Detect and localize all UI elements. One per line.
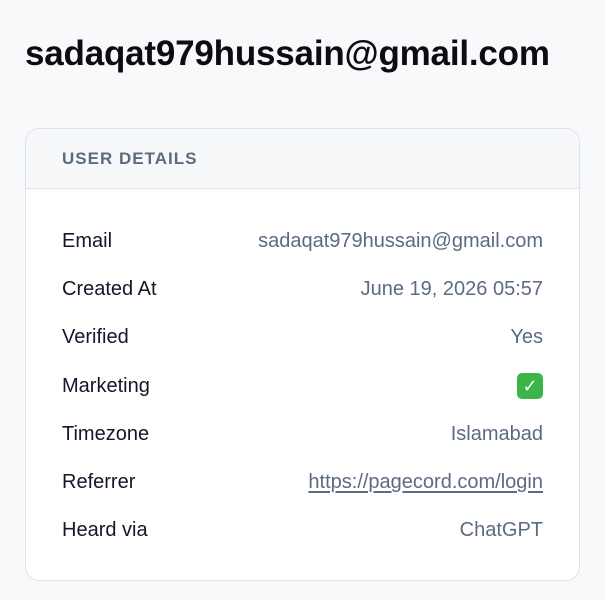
page: sadaqat979hussain@gmail.com USER DETAILS… [0,0,605,600]
detail-row-marketing: Marketing ✓ [26,362,579,410]
detail-label: Marketing [62,374,150,397]
detail-label: Verified [62,326,129,349]
page-title: sadaqat979hussain@gmail.com [25,34,550,73]
detail-label: Referrer [62,471,136,494]
referrer-link[interactable]: https://pagecord.com/login [308,471,543,493]
detail-value-verified: Yes [510,326,543,349]
detail-row-created-at: Created At June 19, 2026 05:57 [26,265,579,313]
card-header-title: USER DETAILS [62,148,198,168]
detail-label: Heard via [62,519,148,542]
detail-value-referrer: https://pagecord.com/login [308,471,543,494]
detail-row-email: Email sadaqat979hussain@gmail.com [26,217,579,265]
detail-value-marketing: ✓ [517,373,543,400]
card-header: USER DETAILS [26,129,579,189]
detail-list: Email sadaqat979hussain@gmail.com Create… [26,217,579,555]
detail-row-verified: Verified Yes [26,314,579,362]
detail-row-timezone: Timezone Islamabad [26,410,579,458]
detail-label: Created At [62,277,157,300]
detail-value-email: sadaqat979hussain@gmail.com [258,229,543,252]
detail-row-heard-via: Heard via ChatGPT [26,507,579,555]
detail-label: Timezone [62,422,150,445]
detail-value-timezone: Islamabad [450,422,543,445]
detail-value-created-at: June 19, 2026 05:57 [360,277,543,300]
user-details-card: USER DETAILS Email sadaqat979hussain@gma… [25,128,580,581]
check-mark-button-icon: ✓ [517,373,543,400]
detail-value-heard-via: ChatGPT [459,519,543,542]
detail-label: Email [62,229,113,252]
detail-row-referrer: Referrer https://pagecord.com/login [26,458,579,506]
